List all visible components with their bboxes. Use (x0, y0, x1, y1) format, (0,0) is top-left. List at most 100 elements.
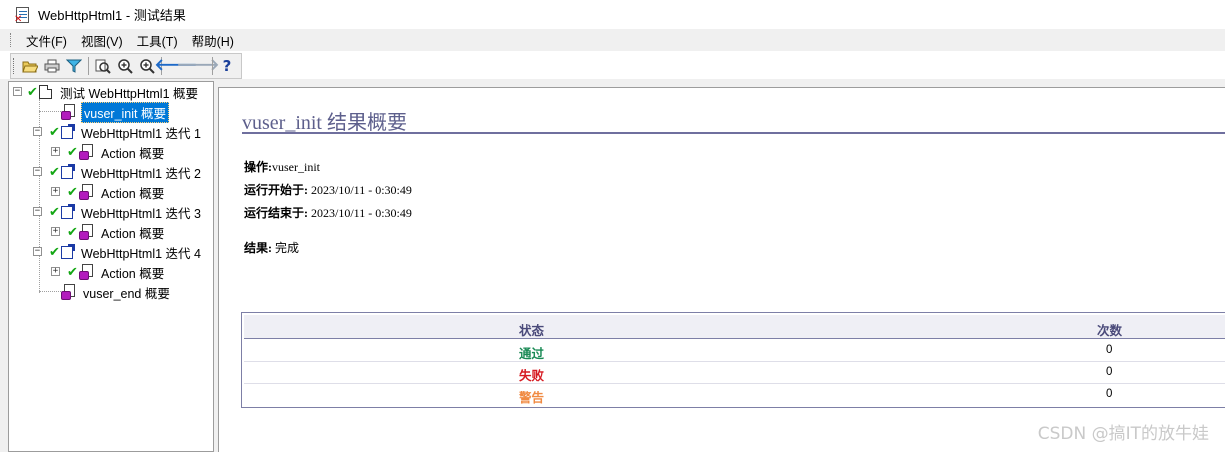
forward-arrow-icon[interactable]: 🡒 (177, 55, 220, 77)
menu-view[interactable]: 视图(V) (81, 31, 123, 50)
report-panel[interactable]: vuser_init 结果概要 操作:vuser_init 运行开始于: 202… (218, 87, 1225, 452)
pass-check-icon: ✔ (67, 144, 78, 160)
menu-tools[interactable]: 工具(T) (137, 31, 178, 50)
pass-check-icon: ✔ (49, 124, 60, 140)
action-summary-icon (61, 284, 77, 300)
app-icon: ✕ (14, 6, 32, 24)
tree-connector (39, 111, 61, 112)
expand-toggle[interactable]: + (51, 227, 60, 236)
start-label: 运行开始于: (244, 183, 308, 197)
tree-node-vuser-init[interactable]: vuser_init 概要 (61, 101, 169, 123)
tree-label: Action 概要 (101, 226, 165, 241)
table-row: 失败 0 (244, 362, 1225, 384)
iteration-icon (61, 123, 75, 139)
tree-node-iteration-3[interactable]: − ✔ WebHttpHtml1 迭代 3 (33, 202, 203, 222)
iteration-icon (61, 203, 75, 219)
tree-node-action-3[interactable]: + ✔ Action 概要 (51, 222, 166, 242)
result-label: 结果: (244, 241, 272, 255)
result-value: 完成 (275, 241, 300, 255)
toolbar-separator (88, 57, 89, 75)
status-table: 状态 次数 通过 0 失败 0 警告 0 (241, 312, 1225, 408)
title-bar: ✕ WebHttpHtml1 - 测试结果 (0, 0, 1225, 29)
report-heading: vuser_init 结果概要 (242, 112, 407, 134)
toolbar: 🡐 🡒 ? (10, 53, 242, 79)
status-warning-label: 警告 (519, 391, 545, 405)
menu-file[interactable]: 文件(F) (26, 31, 67, 50)
filter-icon[interactable] (63, 55, 85, 77)
status-count: 0 (1106, 388, 1113, 400)
status-table-header: 状态 次数 (244, 315, 1225, 339)
table-row: 通过 0 (244, 340, 1225, 362)
open-folder-icon[interactable] (19, 55, 41, 77)
iteration-icon (61, 163, 75, 179)
print-icon[interactable] (41, 55, 63, 77)
result-line: 结果: 完成 (244, 239, 299, 256)
end-label: 运行结束于: (244, 206, 308, 220)
status-pass-label: 通过 (519, 347, 545, 361)
action-summary-icon (79, 224, 95, 240)
menu-help[interactable]: 帮助(H) (192, 31, 234, 50)
collapse-toggle[interactable]: − (13, 87, 22, 96)
tree-label: vuser_end 概要 (83, 286, 170, 301)
iteration-icon (61, 243, 75, 259)
collapse-toggle[interactable]: − (33, 167, 42, 176)
pass-check-icon: ✔ (49, 204, 60, 220)
tree-label: Action 概要 (101, 146, 165, 161)
window-title: WebHttpHtml1 - 测试结果 (38, 8, 186, 23)
tree-node-action-2[interactable]: + ✔ Action 概要 (51, 182, 166, 202)
tree-label: Action 概要 (101, 266, 165, 281)
tree-connector (39, 291, 61, 292)
tree-node-root[interactable]: − ✔ 测试 WebHttpHtml1 概要 (13, 82, 200, 102)
operation-value: vuser_init (272, 160, 320, 174)
menu-grip (10, 33, 13, 47)
table-row: 警告 0 (244, 384, 1225, 406)
pass-check-icon: ✔ (67, 264, 78, 280)
help-icon[interactable]: ? (216, 55, 238, 77)
action-summary-icon (79, 184, 95, 200)
tree-node-vuser-end[interactable]: vuser_end 概要 (61, 282, 172, 302)
column-header-count: 次数 (1097, 324, 1123, 338)
tree-node-action-1[interactable]: + ✔ Action 概要 (51, 142, 166, 162)
status-count: 0 (1106, 366, 1113, 378)
action-summary-icon (61, 104, 77, 120)
action-summary-icon (79, 144, 95, 160)
action-summary-icon (79, 264, 95, 280)
end-time-line: 运行结束于: 2023/10/11 - 0:30:49 (244, 204, 412, 221)
tree-node-action-4[interactable]: + ✔ Action 概要 (51, 262, 166, 282)
pass-check-icon: ✔ (67, 224, 78, 240)
pass-check-icon: ✔ (49, 164, 60, 180)
status-count: 0 (1106, 344, 1113, 356)
collapse-toggle[interactable]: − (33, 207, 42, 216)
tree-label: 测试 WebHttpHtml1 概要 (60, 86, 198, 101)
menu-bar: 文件(F) 视图(V) 工具(T) 帮助(H) (0, 29, 1225, 51)
result-tree[interactable]: − ✔ 测试 WebHttpHtml1 概要 vuser_init 概要 − ✔… (8, 81, 214, 452)
tree-label: WebHttpHtml1 迭代 2 (81, 166, 201, 181)
pass-check-icon: ✔ (67, 184, 78, 200)
collapse-toggle[interactable]: − (33, 247, 42, 256)
tree-node-iteration-4[interactable]: − ✔ WebHttpHtml1 迭代 4 (33, 242, 203, 262)
operation-label: 操作: (244, 160, 272, 174)
start-time-line: 运行开始于: 2023/10/11 - 0:30:49 (244, 181, 412, 198)
zoom-in-icon[interactable] (114, 55, 136, 77)
toolbar-separator (212, 57, 213, 75)
heading-divider (242, 132, 1225, 134)
operation-line: 操作:vuser_init (244, 158, 320, 175)
tree-node-iteration-1[interactable]: − ✔ WebHttpHtml1 迭代 1 (33, 122, 203, 142)
tree-label: WebHttpHtml1 迭代 1 (81, 126, 201, 141)
tree-label: WebHttpHtml1 迭代 3 (81, 206, 201, 221)
tree-label: WebHttpHtml1 迭代 4 (81, 246, 201, 261)
test-summary-icon (39, 85, 52, 99)
expand-toggle[interactable]: + (51, 267, 60, 276)
pass-check-icon: ✔ (27, 84, 38, 100)
watermark: CSDN @搞IT的放牛娃 (1037, 424, 1209, 444)
expand-toggle[interactable]: + (51, 187, 60, 196)
tree-node-iteration-2[interactable]: − ✔ WebHttpHtml1 迭代 2 (33, 162, 203, 182)
toolbar-grip[interactable] (13, 58, 15, 74)
column-header-status: 状态 (519, 324, 545, 338)
tree-label: Action 概要 (101, 186, 165, 201)
tree-label: vuser_init 概要 (81, 101, 169, 123)
collapse-toggle[interactable]: − (33, 127, 42, 136)
start-value: 2023/10/11 - 0:30:49 (311, 183, 412, 197)
expand-toggle[interactable]: + (51, 147, 60, 156)
find-icon[interactable] (92, 55, 114, 77)
